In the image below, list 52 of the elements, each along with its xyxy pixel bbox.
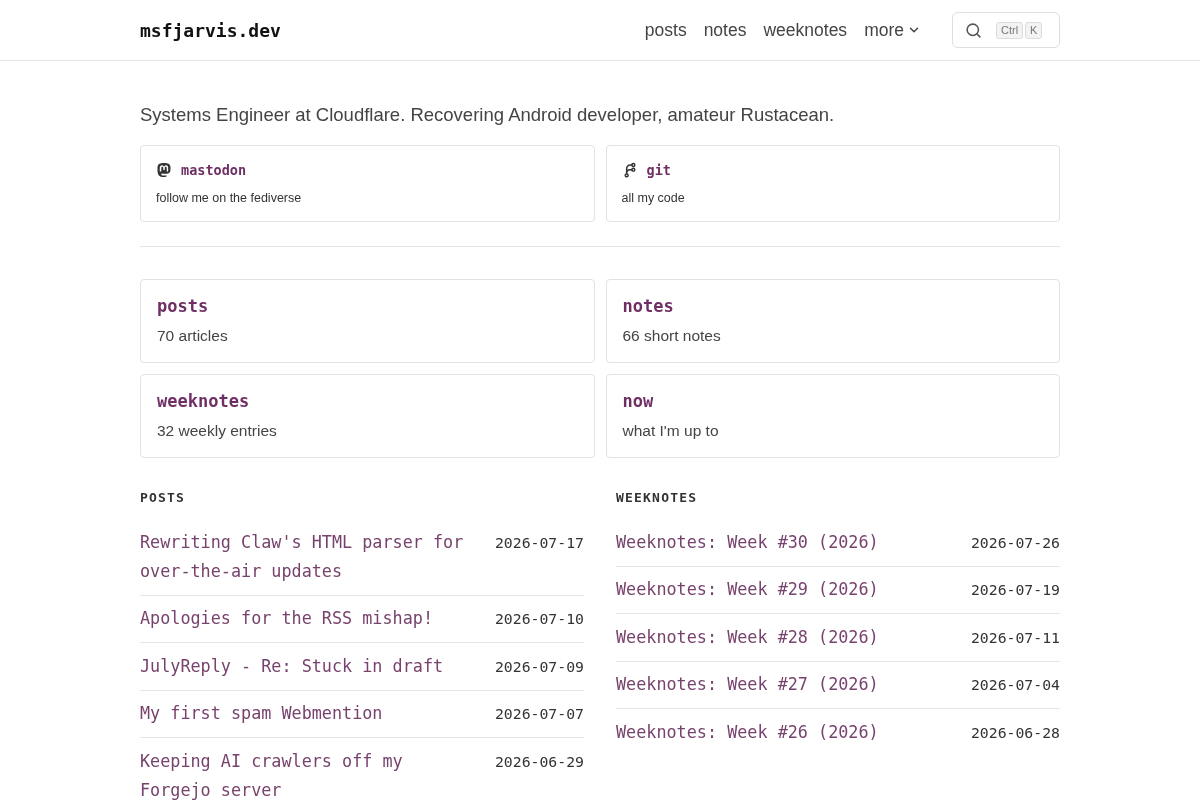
section-card-description: 70 articles bbox=[157, 326, 229, 346]
section-card[interactable]: now what I'm up to bbox=[605, 374, 1060, 458]
article-link[interactable]: Rewriting Claw's HTML parser for over-the-air updates bbox=[140, 527, 477, 586]
article-link[interactable]: Apologies for the RSS mishap! bbox=[140, 604, 433, 634]
section-card-description: 32 weekly entries bbox=[157, 421, 278, 441]
search-button[interactable]: Ctrl K bbox=[952, 12, 1060, 48]
section-card-description: 66 short notes bbox=[622, 326, 722, 346]
section-card-title: notes bbox=[622, 295, 675, 318]
article-date: 2026-07-19 bbox=[970, 580, 1060, 601]
article-date: 2026-06-28 bbox=[970, 722, 1060, 743]
article-link[interactable]: Weeknotes: Week #30 (2026) bbox=[616, 527, 879, 557]
section-card-description: what I'm up to bbox=[622, 421, 720, 441]
section-card[interactable]: weeknotes 32 weekly entries bbox=[140, 374, 595, 458]
section-card-title: posts bbox=[157, 295, 210, 318]
article-link[interactable]: My first spam Webmention bbox=[140, 699, 383, 729]
article-date: 2026-07-11 bbox=[970, 627, 1060, 648]
keyboard-key: Ctrl bbox=[996, 21, 1024, 39]
tagline: Systems Engineer at Cloudflare. Recovering Android developer, amateur Rustacean. bbox=[140, 103, 836, 127]
section-card-title: now bbox=[622, 390, 655, 413]
article-link[interactable]: Weeknotes: Week #28 (2026) bbox=[616, 622, 879, 652]
social-link-title: git bbox=[646, 161, 671, 180]
article-date: 2026-07-26 bbox=[970, 532, 1060, 553]
article-date: 2026-06-29 bbox=[494, 751, 584, 772]
keyboard-key: K bbox=[1025, 21, 1043, 39]
mastodon-icon bbox=[156, 162, 172, 178]
social-link-card[interactable]: mastodon follow me on the fediverse bbox=[140, 145, 595, 222]
article-link[interactable]: JulyReply - Re: Stuck in draft bbox=[140, 651, 444, 681]
social-link-description: all my code bbox=[621, 190, 686, 207]
list-heading: WEEKNOTES bbox=[616, 490, 699, 506]
section-card[interactable]: posts 70 articles bbox=[140, 279, 595, 363]
article-link[interactable]: Weeknotes: Week #29 (2026) bbox=[616, 575, 879, 605]
list-heading: POSTS bbox=[140, 490, 187, 506]
nav-link[interactable]: posts bbox=[644, 19, 687, 41]
article-date: 2026-07-17 bbox=[494, 532, 584, 553]
nav-menu-button[interactable]: more bbox=[864, 19, 921, 41]
search-icon bbox=[965, 21, 982, 39]
section-card-title: weeknotes bbox=[157, 390, 251, 413]
article-link[interactable]: Keeping AI crawlers off my Forgejo server bbox=[140, 746, 477, 800]
article-date: 2026-07-10 bbox=[494, 609, 584, 630]
article-date: 2026-07-09 bbox=[494, 656, 584, 677]
nav-link[interactable]: weeknotes bbox=[763, 19, 848, 41]
article-link[interactable]: Weeknotes: Week #27 (2026) bbox=[616, 670, 879, 700]
social-link-title: mastodon bbox=[181, 161, 247, 180]
section-card[interactable]: notes 66 short notes bbox=[605, 279, 1060, 363]
article-date: 2026-07-07 bbox=[494, 704, 584, 725]
branch-icon bbox=[621, 162, 638, 178]
social-link-card[interactable]: git all my code bbox=[605, 145, 1060, 222]
social-link-description: follow me on the fediverse bbox=[156, 190, 303, 207]
article-link[interactable]: Weeknotes: Week #26 (2026) bbox=[616, 717, 879, 747]
article-date: 2026-07-04 bbox=[970, 675, 1060, 696]
site-logo[interactable]: msfjarvis.dev bbox=[140, 19, 281, 41]
nav-link[interactable]: notes bbox=[703, 19, 747, 41]
